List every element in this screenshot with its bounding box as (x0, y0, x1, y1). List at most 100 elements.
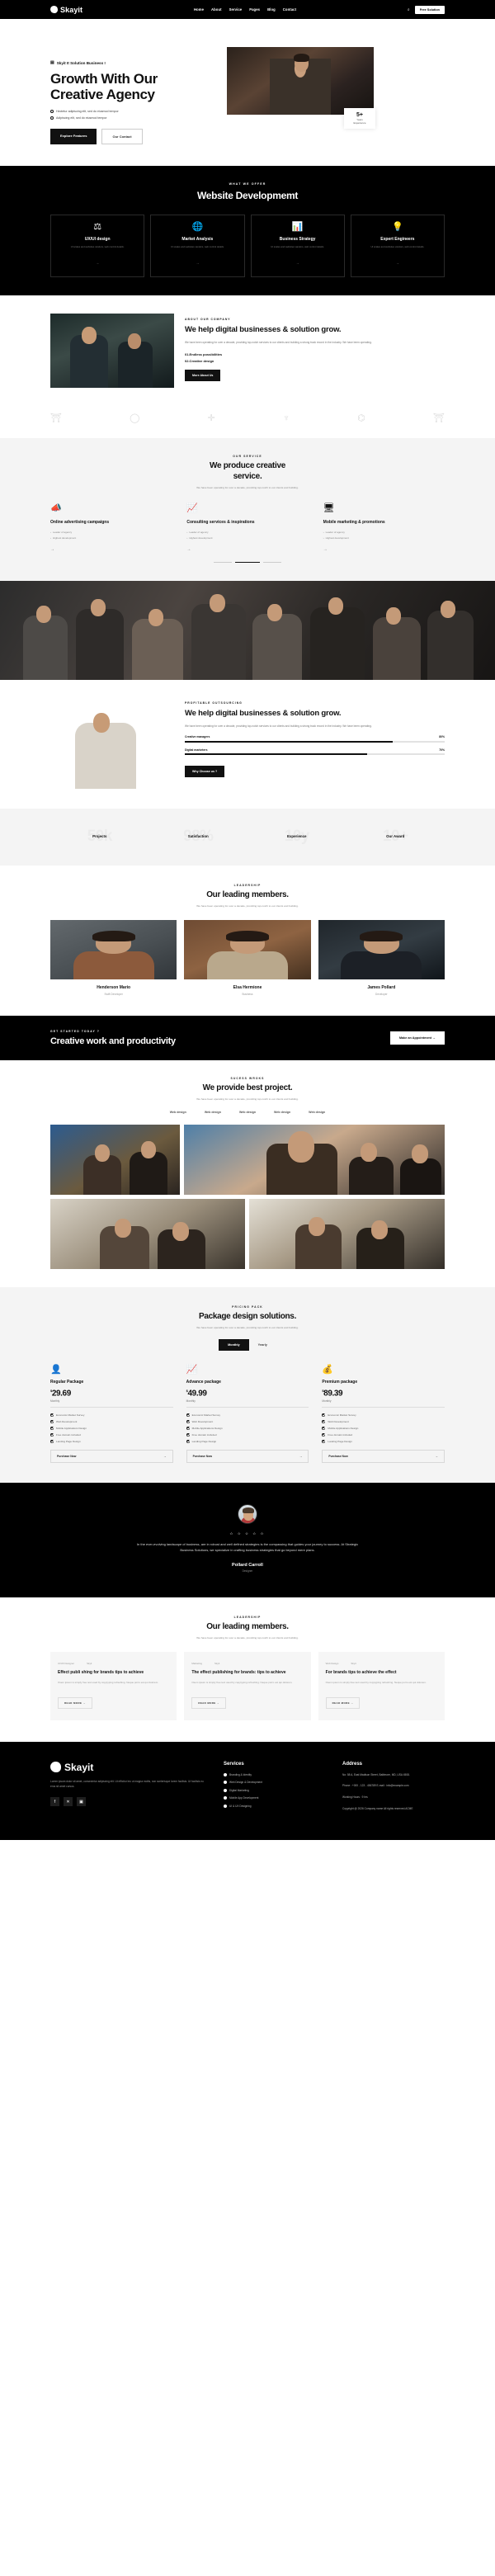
nav-item-about[interactable]: About (211, 7, 222, 12)
instagram-icon[interactable]: ▣ (77, 1797, 86, 1807)
section-subtitle: We have been operating for over a decade… (196, 1326, 299, 1330)
arrow-right-icon[interactable]: → (296, 261, 299, 265)
check-icon (322, 1413, 326, 1417)
arrow-right-icon[interactable]: → (50, 547, 172, 552)
experience-badge-label-2: Experience (353, 120, 366, 125)
skill-bar: Digital marketers 70% (185, 748, 445, 755)
arrow-right-icon[interactable]: → (396, 261, 399, 265)
footer-service-link[interactable]: Mobile App Development (224, 1796, 326, 1800)
service-item[interactable]: 📈 Consulting services & inspirations Lea… (186, 502, 308, 552)
blog-card[interactable]: Marketing Skyit The effect publishing fo… (184, 1652, 311, 1720)
nav-item-service[interactable]: Service (229, 7, 243, 12)
footer-brand[interactable]: Skayit (50, 1762, 207, 1773)
service-item[interactable]: 📣 Online advertising campaigns Leader of… (50, 502, 172, 552)
blog-card[interactable]: UI/UX Designer Skyit Effect publi shing … (50, 1652, 177, 1720)
free-solution-button[interactable]: Free Solution (414, 5, 445, 14)
website-development-section: WHAT WE OFFER Website Developmemt ⚖ UX/U… (0, 165, 495, 296)
plan-name: Regular Package (50, 1380, 84, 1385)
about-section: ABOUT OUR COMPANY We help digital busine… (0, 295, 495, 407)
why-choose-us-button[interactable]: Why Choose us ? (185, 765, 225, 777)
filter-tab[interactable]: Web design (309, 1111, 325, 1114)
search-icon[interactable]: ⌕ (408, 7, 410, 12)
toggle-yearly[interactable]: Yearly (249, 1339, 276, 1351)
purchase-now-button[interactable]: Purchase Now → (322, 1449, 446, 1463)
pricing-card-grid: 👤 Regular Package $29.69 Monthly Economi… (50, 1364, 446, 1463)
logo-mark-6: ⛩ (432, 413, 445, 424)
arrow-right-icon[interactable]: → (186, 547, 308, 552)
footer-service-link[interactable]: Digital Marketing (224, 1788, 326, 1792)
portfolio-image[interactable] (184, 1125, 445, 1195)
service-card[interactable]: 🌐 Market Analysis UI scales and websites… (150, 214, 245, 278)
purchase-now-button[interactable]: Purchase Now → (50, 1449, 173, 1463)
footer-contact[interactable]: Phone : +000 - 123 - 456789 E-mail : inf… (342, 1784, 445, 1789)
service-item-feature: Highest development (186, 536, 308, 540)
explore-features-button[interactable]: Explore Features (50, 128, 97, 144)
service-card[interactable]: 📊 Business Strategy UI scales and websit… (250, 214, 345, 278)
brand-logo[interactable]: Skayit (50, 6, 82, 14)
service-card-title: UX/UI design (84, 236, 111, 242)
more-about-us-button[interactable]: More About Us (185, 369, 221, 381)
service-card-text: UI scales and websites vandors, web cont… (271, 244, 325, 248)
about-list-item: 01.Endless possibilities (185, 351, 223, 356)
filter-tab[interactable]: Web design (274, 1111, 290, 1114)
read-more-button[interactable]: READ MORE → (191, 1696, 227, 1709)
service-item-title: Online advertising campaigns (50, 519, 110, 525)
team-member-card[interactable]: James Pollard Developer (318, 920, 445, 996)
arrow-right-icon[interactable]: → (323, 547, 445, 552)
toggle-monthly[interactable]: Monthly (219, 1339, 249, 1352)
filter-tab[interactable]: Web design (205, 1111, 221, 1114)
service-card-title: Market Analysis (182, 236, 214, 242)
reviewer-avatar (238, 1503, 257, 1524)
portfolio-image[interactable] (249, 1199, 445, 1269)
footer-service-link[interactable]: Branding & Identity (224, 1772, 326, 1776)
footer-copyright: Copyright @ 2026 Company name All rights… (342, 1806, 413, 1810)
plan-feature: Web Development (50, 1419, 173, 1423)
arrow-right-icon[interactable]: → (96, 261, 99, 265)
footer-service-link[interactable]: UI & UX Designing (224, 1804, 326, 1808)
check-icon (322, 1426, 326, 1430)
nav-item-blog[interactable]: Blog (267, 7, 276, 12)
read-more-button[interactable]: READ MORE → (58, 1696, 92, 1709)
pagination-dash[interactable] (214, 561, 232, 564)
our-contact-button[interactable]: Our Contact (101, 128, 143, 144)
nav-item-contact[interactable]: Contact (283, 7, 296, 12)
carousel-pagination[interactable] (50, 561, 445, 564)
read-more-button[interactable]: READ MORE → (325, 1696, 361, 1709)
blog-card[interactable]: Web Design Skyit For brands tips to achi… (318, 1652, 445, 1720)
purchase-now-button[interactable]: Purchase Now → (186, 1449, 309, 1463)
monitor-icon: 🖥 (323, 502, 335, 513)
hero-section: ▤ Skyit It Solution Business ! Growth Wi… (0, 19, 495, 166)
arrow-right-icon[interactable]: → (196, 261, 199, 265)
team-member-role: Business (242, 992, 253, 996)
facebook-icon[interactable]: f (50, 1797, 59, 1807)
nav-item-pages[interactable]: Pages (249, 7, 260, 12)
section-title: Our leading members. (206, 890, 289, 900)
pagination-dash[interactable] (263, 561, 281, 564)
skill-value: 70% (439, 748, 445, 752)
section-title: We produce creative service. (50, 461, 445, 481)
pricing-card: 👤 Regular Package $29.69 Monthly Economi… (50, 1364, 173, 1463)
team-member-name: Elsa Hermione (233, 985, 262, 991)
portfolio-filters: Web design Web design Web design Web des… (50, 1111, 445, 1114)
pagination-dash-active[interactable] (235, 561, 260, 564)
x-twitter-icon[interactable]: ✕ (64, 1797, 73, 1807)
footer-service-link[interactable]: Web Design & Development (224, 1781, 326, 1785)
portfolio-image[interactable] (50, 1125, 180, 1195)
section-eyebrow: ABOUT OUR COMPANY (185, 318, 231, 322)
testimonial-section: ☆ ☆ ☆ ☆ ☆ In the ever-evolving landscape… (0, 1482, 495, 1598)
footer-address-heading: Address (342, 1761, 363, 1767)
service-item[interactable]: 🖥 Mobile marketing & promotions Leader o… (323, 502, 445, 552)
service-card[interactable]: ⚖ UX/UI design UI scales and websites va… (50, 214, 145, 278)
filter-tab[interactable]: Web design (239, 1111, 256, 1114)
nav-item-home[interactable]: Home (194, 7, 204, 12)
team-member-card[interactable]: Elsa Hermione Business (184, 920, 311, 996)
service-card[interactable]: 💡 Expert Engineers UI scales and website… (350, 214, 445, 278)
filter-tab[interactable]: Web design (170, 1111, 186, 1114)
portfolio-image[interactable] (50, 1199, 245, 1269)
about-image (50, 314, 174, 389)
section-eyebrow: OUR SERVICE (233, 455, 262, 459)
team-member-card[interactable]: Henderson Mario Swift Developer (50, 920, 177, 996)
make-appointment-button[interactable]: Make an Appointment → (389, 1031, 445, 1045)
cta-banner: GET STARTED TODAY ? Creative work and pr… (0, 1015, 495, 1060)
section-eyebrow: SUCESS WROKS (230, 1076, 265, 1080)
